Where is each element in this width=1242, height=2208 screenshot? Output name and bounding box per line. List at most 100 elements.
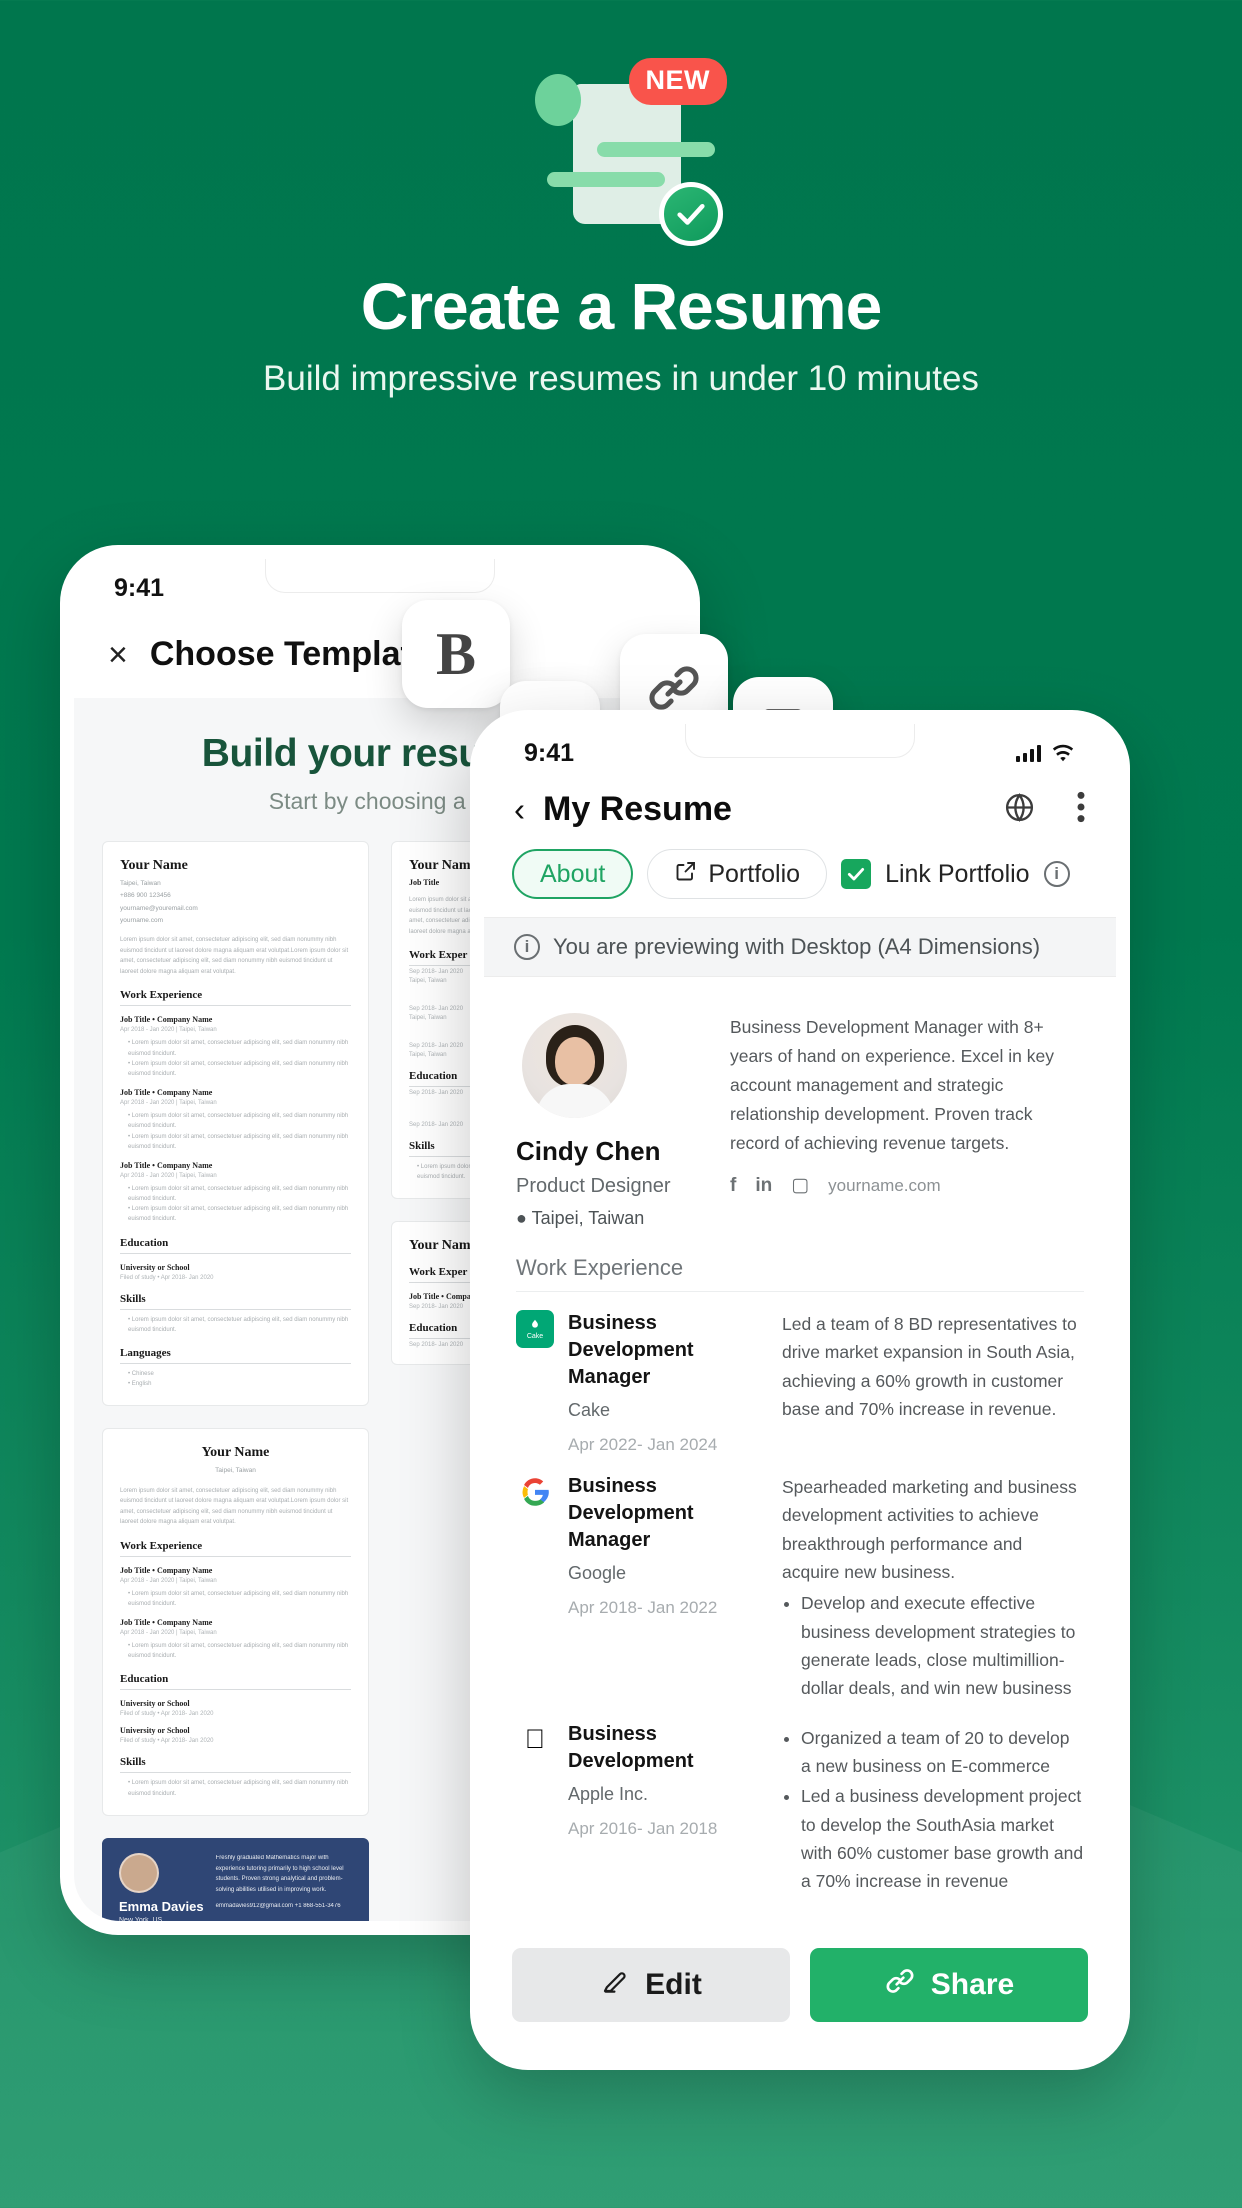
- template-skill-list: Lorem ipsum dolor sit amet, consectetuer…: [120, 1778, 351, 1798]
- link-portfolio-label: Link Portfolio: [885, 859, 1030, 888]
- tab-about[interactable]: About: [512, 849, 634, 899]
- avatar: [119, 1852, 159, 1893]
- template-edu-title: Education: [120, 1673, 351, 1691]
- work-section-title: Work Experience: [516, 1255, 1084, 1292]
- resume-tabs: About Portfolio Link Portfolio i: [484, 849, 1116, 917]
- kebab-menu-icon[interactable]: [1076, 791, 1086, 828]
- page-subtitle: Build impressive resumes in under 10 min…: [263, 359, 979, 399]
- bold-icon[interactable]: B: [402, 600, 510, 708]
- status-time: 9:41: [524, 738, 575, 767]
- resume-action-bar: Edit Share: [484, 1926, 1116, 2056]
- work-company: Apple Inc.: [568, 1783, 649, 1804]
- facebook-icon[interactable]: f: [730, 1175, 736, 1197]
- tab-about-label: About: [540, 859, 606, 888]
- new-badge: NEW: [628, 58, 727, 105]
- choose-template-header: × Choose Template: [74, 617, 686, 698]
- work-dates: Apr 2018- Jan 2022: [568, 1598, 718, 1617]
- template-contact: Taipei, Taiwan +886 900 123456 yourname@…: [120, 880, 198, 925]
- template-card-blue[interactable]: Emma Davies New York, US Freshly graduat…: [102, 1837, 369, 1921]
- work-item:  Business Development Apple Inc. Apr 20…: [516, 1703, 1084, 1896]
- screen-title: My Resume: [543, 790, 732, 828]
- link-chain-icon: [884, 1965, 916, 2005]
- work-bullet: Led a business development project to de…: [801, 1782, 1084, 1895]
- share-button[interactable]: Share: [810, 1948, 1088, 2022]
- template-school-meta: Filed of study • Apr 2018- Jan 2020: [120, 1738, 214, 1745]
- template-school: University or School: [120, 1726, 190, 1736]
- edit-button-label: Edit: [645, 1968, 702, 2001]
- work-bullet: Organized a team of 20 to develop a new …: [801, 1724, 1084, 1781]
- template-location: New York, US: [119, 1916, 163, 1921]
- linkedin-icon[interactable]: in: [755, 1175, 772, 1197]
- external-link-icon: [674, 859, 698, 890]
- edit-pencil-icon: [600, 1966, 630, 2004]
- template-job: Job Title • Company Name: [120, 1565, 213, 1575]
- template-school-meta: Filed of study • Apr 2018- Jan 2020: [120, 1274, 214, 1281]
- profile-location-text: Taipei, Taiwan: [531, 1208, 645, 1228]
- profile-website[interactable]: yourname.com: [828, 1176, 940, 1196]
- work-summary: Led a team of 8 BD representatives to dr…: [782, 1314, 1077, 1420]
- resume-nav-bar: ‹ My Resume: [484, 782, 1116, 849]
- info-icon[interactable]: i: [1043, 861, 1070, 887]
- template-job: Job Title • Company Name: [120, 1088, 213, 1098]
- edit-button[interactable]: Edit: [512, 1948, 790, 2022]
- screen-title: Choose Template: [149, 635, 431, 673]
- template-school-meta: Filed of study • Apr 2018- Jan 2020: [120, 1711, 214, 1718]
- template-school: University or School: [120, 1699, 190, 1709]
- share-button-label: Share: [930, 1968, 1015, 2001]
- tab-portfolio[interactable]: Portfolio: [647, 849, 828, 899]
- template-job-date: Apr 2018 - Jan 2020 | Taipei, Taiwan: [120, 1172, 217, 1179]
- template-school: University or School: [120, 1262, 190, 1272]
- template-skills-title: Skills: [120, 1293, 351, 1310]
- info-icon: i: [514, 934, 540, 960]
- template-job: Job Title • Company Name: [120, 1015, 213, 1025]
- template-card[interactable]: Your Name Taipei, Taiwan Lorem ipsum dol…: [102, 1428, 369, 1816]
- location-pin-icon: ●: [516, 1208, 527, 1228]
- work-role: Business Development Manager: [568, 1475, 694, 1551]
- chevron-left-icon[interactable]: ‹: [514, 793, 525, 826]
- template-bullets: Lorem ipsum dolor sit amet, consectetuer…: [120, 1184, 351, 1225]
- hero-section: NEW Create a Resume Build impressive res…: [0, 0, 1242, 399]
- template-job-date: Apr 2018 - Jan 2020 | Taipei, Taiwan: [120, 1577, 217, 1584]
- preview-banner: i You are previewing with Desktop (A4 Di…: [484, 917, 1116, 977]
- work-bullet: Develop and execute effective business d…: [801, 1589, 1084, 1702]
- instagram-icon[interactable]: ▢: [791, 1174, 809, 1197]
- template-name: Your Name: [201, 1445, 270, 1461]
- template-job-date: Apr 2018 - Jan 2020 | Taipei, Taiwan: [120, 1100, 217, 1107]
- template-name: Emma Davies: [119, 1898, 204, 1914]
- work-item: Business Development Manager Google Apr …: [516, 1455, 1084, 1703]
- phone-my-resume: 9:41 ‹ My Resume About Portfolio Link Po…: [470, 710, 1130, 2070]
- work-role: Business Development: [568, 1722, 694, 1772]
- template-bullets: Lorem ipsum dolor sit amet, consectetuer…: [120, 1111, 351, 1152]
- link-portfolio-checkbox[interactable]: [841, 859, 872, 889]
- close-icon[interactable]: ×: [108, 638, 128, 672]
- template-card[interactable]: Your Name Taipei, Taiwan +886 900 123456…: [102, 841, 369, 1407]
- status-time: 9:41: [114, 573, 165, 602]
- phone-notch: [685, 724, 915, 758]
- template-job: Job Title • Company Name: [120, 1160, 213, 1170]
- template-name: Your Name: [120, 858, 188, 873]
- profile-location: ● Taipei, Taiwan: [516, 1208, 696, 1229]
- globe-icon[interactable]: [1003, 791, 1036, 829]
- cake-logo: Cake: [516, 1310, 554, 1348]
- work-item: Cake Business Development Manager Cake A…: [516, 1292, 1084, 1455]
- avatar: [522, 1013, 627, 1118]
- work-dates: Apr 2022- Jan 2024: [568, 1435, 718, 1454]
- tab-portfolio-label: Portfolio: [708, 859, 801, 888]
- profile-name: Cindy Chen: [516, 1136, 661, 1166]
- work-company: Google: [568, 1563, 627, 1583]
- template-lang-list: Chinese English: [120, 1369, 351, 1389]
- preview-banner-text: You are previewing with Desktop (A4 Dime…: [553, 934, 1041, 959]
- profile-role: Product Designer: [516, 1175, 671, 1197]
- wifi-icon: [1052, 744, 1074, 761]
- template-contact: Taipei, Taiwan: [215, 1467, 256, 1475]
- template-skills-title: Skills: [120, 1756, 351, 1774]
- profile-section: Cindy Chen Product Designer ● Taipei, Ta…: [516, 999, 1084, 1229]
- template-paragraph: Freshly graduated Mathematics major with…: [215, 1854, 344, 1894]
- template-paragraph: Lorem ipsum dolor sit amet, consectetuer…: [120, 937, 349, 975]
- template-work-title: Work Experience: [120, 1540, 351, 1557]
- apple-logo: : [516, 1720, 554, 1759]
- document-line-2: [547, 172, 665, 187]
- page-title: Create a Resume: [360, 269, 883, 343]
- check-circle-icon: [659, 182, 723, 246]
- template-paragraph: Lorem ipsum dolor sit amet, consectetuer…: [120, 1487, 349, 1526]
